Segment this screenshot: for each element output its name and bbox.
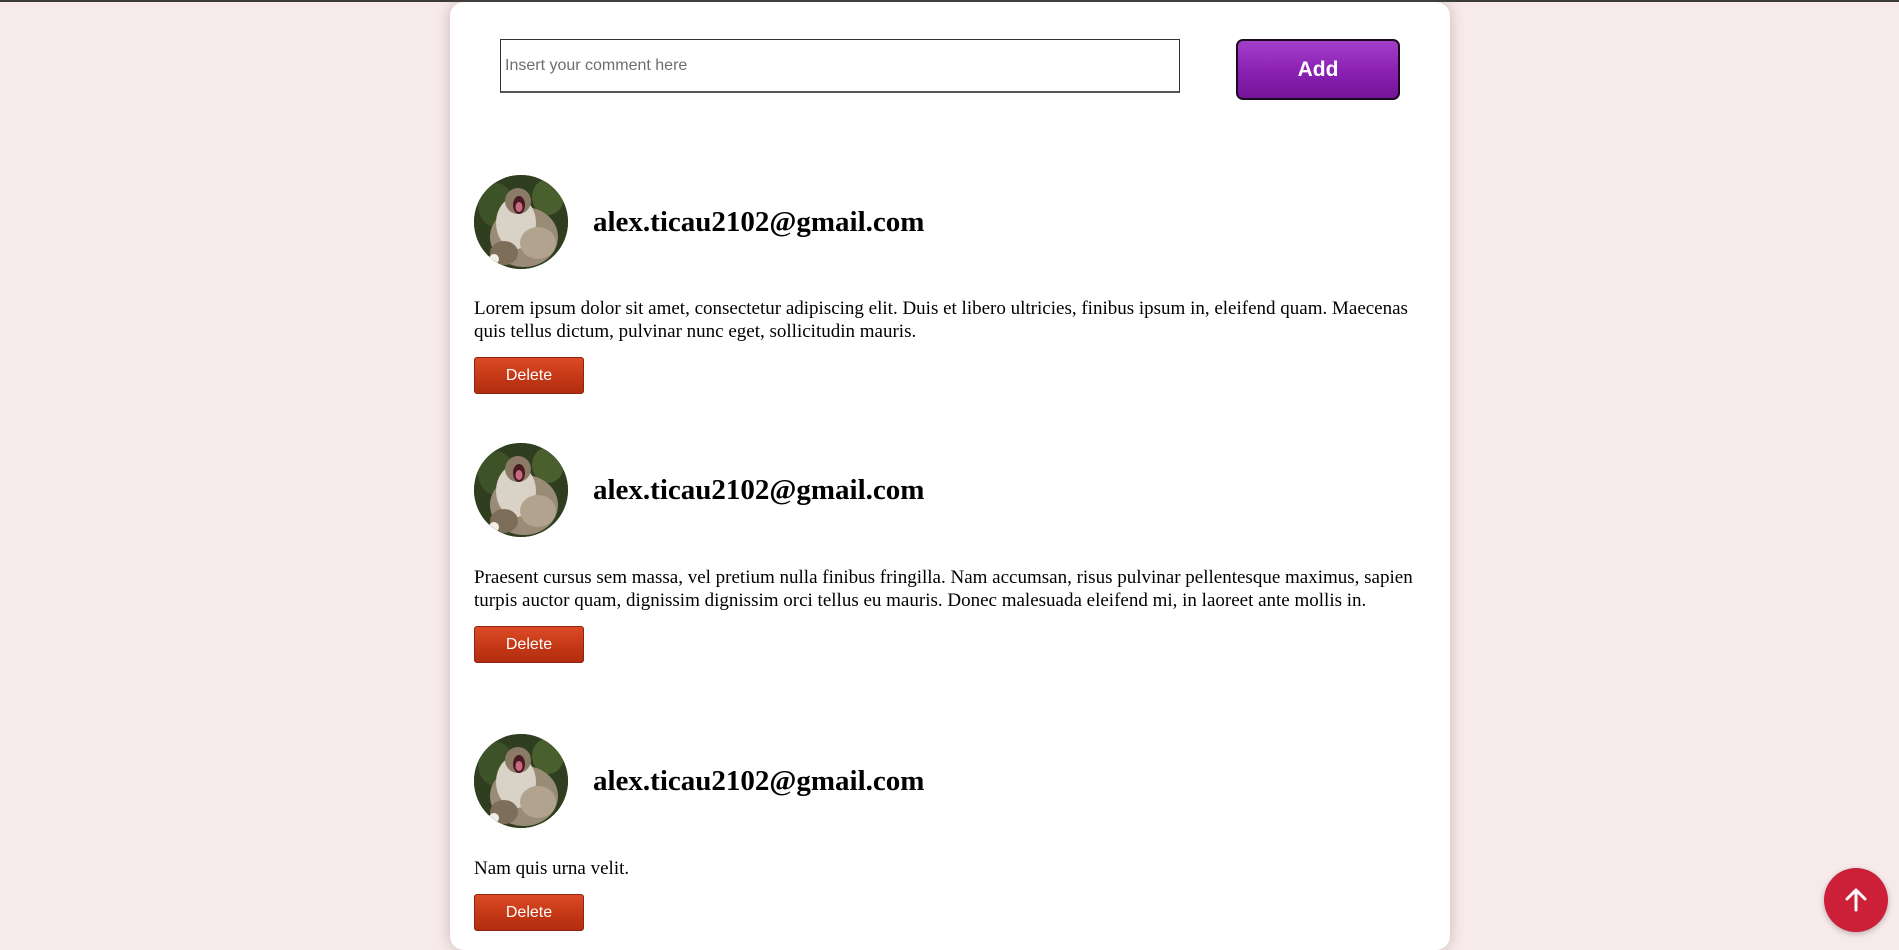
cat-avatar-image <box>474 734 568 828</box>
avatar <box>474 443 568 537</box>
comment-text: Nam quis urna velit. <box>474 858 630 879</box>
delete-comment-button[interactable]: Delete <box>474 894 584 931</box>
avatar <box>474 734 568 828</box>
arrow-up-icon <box>1845 888 1867 912</box>
comment-text: Lorem ipsum dolor sit amet, consectetur … <box>474 298 1408 342</box>
comment-author: alex.ticau2102@gmail.com <box>593 474 925 506</box>
delete-comment-button[interactable]: Delete <box>474 357 584 394</box>
comment-author: alex.ticau2102@gmail.com <box>593 765 925 797</box>
add-comment-button[interactable]: Add <box>1236 39 1400 100</box>
delete-comment-button[interactable]: Delete <box>474 626 584 663</box>
cat-avatar-image <box>474 175 568 269</box>
cat-avatar-image <box>474 443 568 537</box>
comment-item: alex.ticau2102@gmail.com Nam quis urna v… <box>474 734 1434 931</box>
comment-text: Praesent cursus sem massa, vel pretium n… <box>474 567 1413 611</box>
comments-card: Add alex.ticau2102@gmail.com <box>450 2 1450 950</box>
comment-input[interactable] <box>500 39 1180 93</box>
scroll-to-top-button[interactable] <box>1824 868 1888 932</box>
comment-author: alex.ticau2102@gmail.com <box>593 206 925 238</box>
comment-header: alex.ticau2102@gmail.com <box>474 734 1434 828</box>
avatar <box>474 175 568 269</box>
comment-item: alex.ticau2102@gmail.com Praesent cursus… <box>474 443 1434 663</box>
comment-header: alex.ticau2102@gmail.com <box>474 175 1434 269</box>
comment-item: alex.ticau2102@gmail.com Lorem ipsum dol… <box>474 175 1434 394</box>
comment-header: alex.ticau2102@gmail.com <box>474 443 1434 537</box>
